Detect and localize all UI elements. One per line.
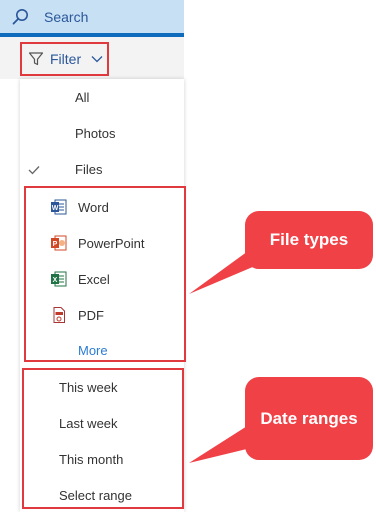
menu-item-label: Photos: [75, 126, 116, 141]
menu-item-files[interactable]: Files: [75, 162, 102, 177]
menu-item-photos[interactable]: Photos: [75, 126, 115, 141]
callout-date-ranges: Date ranges: [245, 377, 373, 460]
menu-item-this-week[interactable]: This week: [59, 380, 118, 395]
menu-item-word[interactable]: W Word: [50, 198, 109, 216]
word-icon: W: [51, 199, 67, 215]
menu-item-last-week[interactable]: Last week: [59, 416, 118, 431]
menu-item-this-month[interactable]: This month: [59, 452, 123, 467]
menu-item-label: PDF: [78, 307, 104, 323]
menu-item-label: All: [75, 90, 90, 105]
menu-item-excel[interactable]: X Excel: [50, 270, 110, 288]
svg-text:W: W: [52, 205, 59, 212]
menu-item-label: Files: [75, 162, 103, 177]
menu-item-powerpoint[interactable]: P PowerPoint: [50, 234, 144, 252]
excel-icon: X: [51, 271, 67, 287]
callout-file-types: File types: [245, 211, 373, 269]
pdf-icon: [53, 307, 65, 323]
svg-text:P: P: [53, 241, 58, 248]
more-link[interactable]: More: [78, 343, 108, 358]
menu-item-all[interactable]: All: [75, 90, 89, 105]
chevron-down-icon: [91, 56, 103, 63]
menu-item-select-range[interactable]: Select range: [59, 488, 132, 503]
filter-button[interactable]: Filter: [20, 42, 109, 76]
svg-text:X: X: [53, 277, 58, 284]
checkmark-icon: [28, 166, 40, 175]
powerpoint-icon: P: [51, 235, 67, 251]
filter-label: Filter: [50, 51, 82, 67]
search-label: Search: [44, 9, 89, 25]
search-icon: [12, 9, 28, 25]
menu-item-pdf[interactable]: PDF: [50, 306, 104, 324]
menu-item-label: PowerPoint: [78, 235, 145, 251]
menu-item-label: Word: [78, 199, 109, 215]
menu-item-label: Excel: [78, 271, 110, 287]
funnel-icon: [28, 52, 44, 66]
